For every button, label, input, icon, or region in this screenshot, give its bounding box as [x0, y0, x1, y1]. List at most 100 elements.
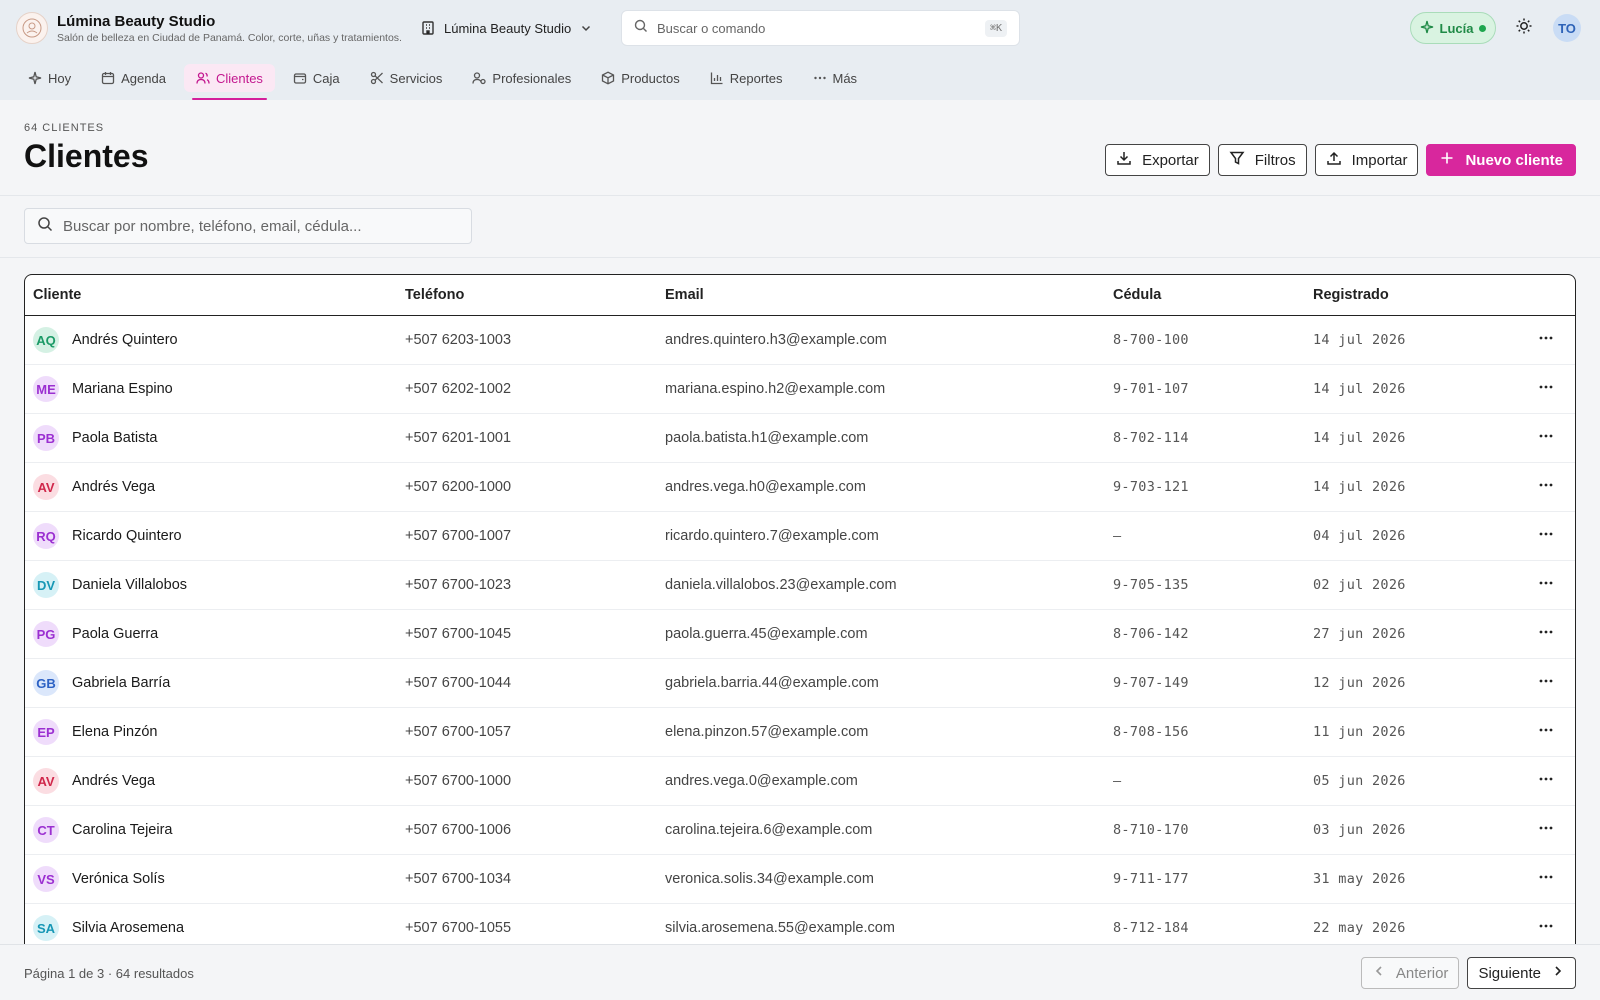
client-phone: +507 6202-1002 [405, 381, 512, 397]
client-cell: DV Daniela Villalobos [25, 572, 405, 598]
nav-item-mas[interactable]: Más [801, 64, 870, 92]
client-phone: +507 6700-1045 [405, 626, 512, 642]
table-row[interactable]: PG Paola Guerra +507 6700-1045 paola.guerra… [25, 610, 1575, 659]
assistant-button[interactable]: Lucía [1410, 12, 1496, 44]
new-client-button[interactable]: Nuevo cliente [1426, 144, 1576, 176]
client-name[interactable]: Mariana Espino [72, 381, 173, 397]
table-row[interactable]: ME Mariana Espino +507 6202-1002 mariana.es… [25, 365, 1575, 414]
table-row[interactable]: EP Elena Pinzón +507 6700-1057 elena.pinzon… [25, 708, 1575, 757]
chevron-down-icon [579, 21, 593, 35]
building-icon [420, 20, 436, 36]
app-tagline: Salón de belleza en Ciudad de Panamá. Co… [57, 31, 402, 44]
nav-item-reportes[interactable]: Reportes [698, 64, 795, 92]
export-button[interactable]: Exportar [1105, 144, 1210, 176]
previous-page-button[interactable]: Anterior [1360, 957, 1460, 989]
row-more-button[interactable] [1533, 379, 1559, 399]
nav-item-clientes[interactable]: Clientes [183, 64, 275, 100]
nav-item-productos[interactable]: Productos [589, 64, 692, 92]
client-search[interactable] [24, 208, 472, 244]
client-name[interactable]: Verónica Solís [72, 871, 165, 887]
column-header-client[interactable]: Cliente [25, 287, 405, 303]
filters-button[interactable]: Filtros [1217, 144, 1307, 176]
client-id-number: 8-710-170 [1113, 822, 1189, 838]
import-button[interactable]: Importar [1314, 144, 1419, 176]
next-page-button[interactable]: Siguiente [1467, 957, 1576, 989]
online-status-dot [1479, 24, 1487, 32]
nav-item-label: Servicios [389, 70, 443, 86]
client-avatar: PG [33, 621, 59, 647]
column-header-id[interactable]: Cédula [1113, 287, 1313, 303]
table-row[interactable]: AV Andrés Vega +507 6200-1000 andres.vega.h… [25, 463, 1575, 512]
search-icon [37, 216, 53, 237]
row-more-button[interactable] [1533, 330, 1559, 350]
client-name[interactable]: Andrés Quintero [72, 332, 178, 348]
client-name[interactable]: Paola Guerra [72, 626, 158, 642]
nav-item-caja[interactable]: Caja [281, 64, 352, 92]
row-more-button[interactable] [1533, 477, 1559, 497]
download-icon [1116, 150, 1132, 170]
brand[interactable]: Lúmina Beauty Studio Salón de belleza en… [16, 12, 402, 44]
client-name[interactable]: Silvia Arosemena [72, 920, 184, 936]
column-header-email[interactable]: Email [665, 287, 1113, 303]
nav-item-agenda[interactable]: Agenda [89, 64, 178, 92]
client-avatar: AV [33, 768, 59, 794]
row-more-button[interactable] [1533, 673, 1559, 693]
client-name[interactable]: Paola Batista [72, 430, 157, 446]
row-more-button[interactable] [1533, 526, 1559, 546]
sun-icon [1515, 17, 1533, 40]
pagination-controls: Anterior Siguiente [1360, 957, 1576, 989]
client-name[interactable]: Daniela Villalobos [72, 577, 187, 593]
client-cell: ME Mariana Espino [25, 376, 405, 402]
nav-item-label: Agenda [121, 70, 166, 86]
table-row[interactable]: AQ Andrés Quintero +507 6203-1003 andres.qu… [25, 316, 1575, 365]
more-icon [1538, 379, 1554, 399]
client-avatar: VS [33, 866, 59, 892]
row-more-button[interactable] [1533, 624, 1559, 644]
more-icon [1538, 722, 1554, 742]
client-search-input[interactable] [63, 217, 443, 235]
row-more-button[interactable] [1533, 771, 1559, 791]
table-row[interactable]: RQ Ricardo Quintero +507 6700-1007 ricardo.… [25, 512, 1575, 561]
client-cell: AQ Andrés Quintero [25, 327, 405, 353]
more-icon [1538, 869, 1554, 889]
client-name[interactable]: Andrés Vega [72, 773, 155, 789]
client-cell: CT Carolina Tejeira [25, 817, 405, 843]
row-more-button[interactable] [1533, 869, 1559, 889]
client-name[interactable]: Elena Pinzón [72, 724, 157, 740]
user-avatar[interactable]: TO [1553, 14, 1581, 42]
more-icon [1538, 820, 1554, 840]
table-row[interactable]: CT Carolina Tejeira +507 6700-1006 carolina… [25, 806, 1575, 855]
table-row[interactable]: SA Silvia Arosemena +507 6700-1055 silvia.a… [25, 904, 1575, 944]
nav-item-label: Caja [312, 70, 340, 86]
table-row[interactable]: DV Daniela Villalobos +507 6700-1023 daniel… [25, 561, 1575, 610]
client-name[interactable]: Gabriela Barría [72, 675, 170, 691]
table-row[interactable]: PB Paola Batista +507 6201-1001 paola.batis… [25, 414, 1575, 463]
table-row[interactable]: VS Verónica Solís +507 6700-1034 veronica.s… [25, 855, 1575, 904]
row-more-button[interactable] [1533, 918, 1559, 938]
row-more-button[interactable] [1533, 722, 1559, 742]
row-more-button[interactable] [1533, 428, 1559, 448]
row-more-button[interactable] [1533, 820, 1559, 840]
client-email: paola.batista.h1@example.com [665, 430, 869, 446]
column-header-registered[interactable]: Registrado [1313, 287, 1513, 303]
assistant-label: Lucía [1439, 20, 1474, 36]
client-name[interactable]: Carolina Tejeira [72, 822, 172, 838]
command-search[interactable]: Buscar o comando ⌘K [621, 10, 1020, 46]
nav-item-hoy[interactable]: Hoy [16, 64, 83, 92]
nav-item-profesionales[interactable]: Profesionales [460, 64, 583, 92]
client-phone: +507 6700-1034 [405, 871, 512, 887]
table-row[interactable]: GB Gabriela Barría +507 6700-1044 gabriela.… [25, 659, 1575, 708]
client-email: elena.pinzon.57@example.com [665, 724, 869, 740]
row-more-button[interactable] [1533, 575, 1559, 595]
table-row[interactable]: AV Andrés Vega +507 6700-1000 andres.vega.0… [25, 757, 1575, 806]
client-id-number: 8-712-184 [1113, 920, 1189, 936]
client-cell: AV Andrés Vega [25, 474, 405, 500]
client-name[interactable]: Andrés Vega [72, 479, 155, 495]
nav-item-servicios[interactable]: Servicios [358, 64, 455, 92]
client-name[interactable]: Ricardo Quintero [72, 528, 182, 544]
studio-selector[interactable]: Lúmina Beauty Studio [420, 16, 593, 40]
client-registered-date: 14 jul 2026 [1313, 430, 1406, 446]
theme-toggle-button[interactable] [1512, 16, 1536, 40]
column-header-phone[interactable]: Teléfono [405, 287, 665, 303]
client-registered-date: 11 jun 2026 [1313, 724, 1406, 740]
